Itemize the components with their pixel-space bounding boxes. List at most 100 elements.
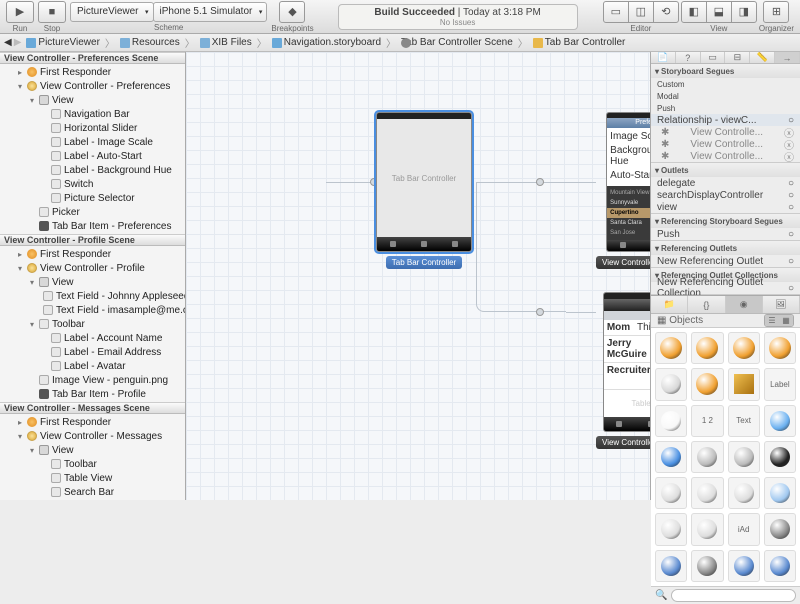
outline-row[interactable]: Switch (0, 177, 185, 191)
library-item[interactable] (728, 477, 760, 509)
code-snippets-tab[interactable]: {} (688, 296, 725, 313)
segue-target[interactable]: View Controlle... (690, 151, 763, 162)
preferences-phone[interactable]: Preferences Image Scale Background Hue A… (606, 112, 650, 252)
path-item[interactable]: PictureViewer (23, 37, 103, 48)
library-item[interactable] (728, 332, 760, 364)
standard-editor-button[interactable]: ▭ (603, 1, 629, 23)
run-button[interactable]: ▶ (6, 1, 34, 23)
library-item[interactable]: 1 2 (691, 405, 723, 437)
library-item[interactable] (764, 441, 796, 473)
library-item[interactable] (728, 441, 760, 473)
media-tab[interactable]: 🖼 (763, 296, 800, 313)
outline-row[interactable]: ▸First Responder (0, 65, 185, 79)
outline-row[interactable]: Text Field - imasample@me.com (0, 303, 185, 317)
outline-row[interactable]: Image View - penguin.png (0, 373, 185, 387)
outline-row[interactable]: Tab Bar Item - Profile (0, 387, 185, 401)
library-item[interactable] (764, 550, 796, 582)
scene-header[interactable]: View Controller - Preferences Scene (0, 52, 185, 64)
scene-label[interactable]: View Controller - Messages (596, 436, 650, 449)
library-item[interactable] (764, 477, 796, 509)
segue-target[interactable]: View Controlle... (690, 127, 763, 138)
scene-label[interactable]: View Controller - Preferences (596, 256, 650, 269)
attributes-inspector-tab[interactable]: ⊟ (725, 52, 750, 63)
objects-tab[interactable]: ◉ (726, 296, 763, 313)
outline-row[interactable]: ▾View (0, 93, 185, 107)
library-item[interactable] (691, 332, 723, 364)
scheme-project-dropdown[interactable]: PictureViewer (70, 2, 154, 22)
outline-row[interactable]: Label - Image Scale (0, 135, 185, 149)
storyboard-canvas[interactable]: Tab Bar Controller Tab Bar Controller Pr… (186, 52, 650, 500)
outline-row[interactable]: Navigation Bar (0, 107, 185, 121)
outline-row[interactable]: ▾View Controller - Profile (0, 261, 185, 275)
path-item[interactable]: Tab Bar Controller Scene (398, 37, 516, 48)
scene-header[interactable]: View Controller - Profile Scene (0, 234, 185, 246)
preferences-scene[interactable]: Preferences Image Scale Background Hue A… (596, 112, 650, 269)
version-editor-button[interactable]: ⟲ (653, 1, 679, 23)
outline-row[interactable]: Picture Selector (0, 191, 185, 205)
library-item[interactable] (655, 513, 687, 545)
tabbar-controller-scene[interactable]: Tab Bar Controller Tab Bar Controller (376, 112, 472, 269)
scene-header[interactable]: View Controller - Messages Scene (0, 402, 185, 414)
library-item[interactable] (691, 477, 723, 509)
assistant-editor-button[interactable]: ◫ (628, 1, 654, 23)
library-search[interactable] (671, 589, 796, 602)
outlets-header[interactable]: Outlets (651, 163, 800, 177)
toggle-debug-button[interactable]: ⬓ (706, 1, 732, 23)
library-item[interactable]: Text (728, 405, 760, 437)
messages-phone[interactable]: MomThis Morning Jerry McGuireThis Mornin… (603, 292, 650, 432)
segue-target[interactable]: View Controlle... (690, 139, 763, 150)
library-item[interactable] (655, 332, 687, 364)
outlet-row[interactable]: delegate (657, 178, 695, 189)
library-item[interactable]: Label (764, 368, 796, 400)
segues-header[interactable]: Storyboard Segues (651, 64, 800, 78)
file-inspector-tab[interactable]: 📄 (651, 52, 676, 63)
ref-segues-header[interactable]: Referencing Storyboard Segues (651, 214, 800, 228)
outlet-row[interactable]: searchDisplayController (657, 190, 763, 201)
outline-row[interactable]: Text Field - Johnny Appleseed (0, 289, 185, 303)
path-item[interactable]: Resources (117, 37, 183, 48)
outline-row[interactable]: Picker (0, 205, 185, 219)
toggle-utilities-button[interactable]: ◨ (731, 1, 757, 23)
path-item[interactable]: Tab Bar Controller (530, 37, 629, 48)
stop-button[interactable]: ■ (38, 1, 66, 23)
outline-row[interactable]: Table View (0, 471, 185, 485)
ref-outlet-row[interactable]: New Referencing Outlet (657, 256, 763, 267)
path-item[interactable]: XIB Files (197, 37, 255, 48)
outline-row[interactable]: ▾View Controller - Messages (0, 429, 185, 443)
library-item[interactable] (691, 513, 723, 545)
library-item[interactable] (764, 405, 796, 437)
segue-row[interactable]: Custom (651, 78, 800, 90)
library-item[interactable] (728, 550, 760, 582)
view-mode-segment[interactable]: ☰▦ (764, 314, 794, 327)
library-item[interactable] (728, 368, 760, 400)
outline-row[interactable]: Tab Bar Item - Preferences (0, 219, 185, 233)
identity-inspector-tab[interactable]: ▭ (701, 52, 726, 63)
library-item[interactable] (655, 477, 687, 509)
outline-row[interactable]: Toolbar (0, 457, 185, 471)
outline-row[interactable]: ▾View Controller - Preferences (0, 79, 185, 93)
library-item[interactable] (655, 441, 687, 473)
library-item[interactable] (691, 368, 723, 400)
scene-label[interactable]: Tab Bar Controller (386, 256, 462, 269)
library-item[interactable]: iAd (728, 513, 760, 545)
library-item[interactable] (655, 550, 687, 582)
segue-node[interactable] (536, 308, 544, 316)
library-item[interactable] (764, 513, 796, 545)
outline-row[interactable]: Search Bar (0, 485, 185, 499)
segue-rel-row[interactable]: Relationship - viewC... (657, 115, 756, 126)
outline-row[interactable]: Label - Email Address (0, 345, 185, 359)
objects-label[interactable]: Objects (669, 315, 703, 326)
outline-row[interactable]: ▾View (0, 275, 185, 289)
outline-row[interactable]: ▾View (0, 443, 185, 457)
file-templates-tab[interactable]: 📁 (651, 296, 688, 313)
segue-row[interactable]: Modal (651, 90, 800, 102)
organizer-button[interactable]: ⊞ (763, 1, 789, 23)
library-item[interactable] (691, 441, 723, 473)
help-inspector-tab[interactable]: ? (676, 52, 701, 63)
library-item[interactable] (691, 550, 723, 582)
size-inspector-tab[interactable]: 📏 (750, 52, 775, 63)
connections-inspector-tab[interactable]: → (775, 52, 800, 63)
outline-row[interactable]: Label - Auto-Start (0, 149, 185, 163)
ref-outlets-header[interactable]: Referencing Outlets (651, 241, 800, 255)
scheme-target-dropdown[interactable]: iPhone 5.1 Simulator (153, 2, 268, 22)
